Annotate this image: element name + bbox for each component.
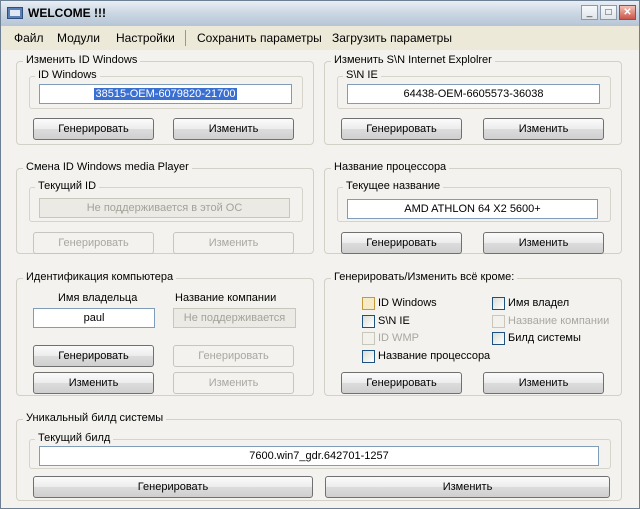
close-button[interactable]: ✕	[619, 5, 636, 20]
main-window: WELCOME !!! _ □ ✕ Файл Модули Настройки …	[0, 0, 640, 509]
menu-modules[interactable]: Модули	[57, 31, 100, 45]
menu-settings[interactable]: Настройки	[116, 31, 175, 45]
minimize-button[interactable]: _	[581, 5, 598, 20]
except-group: Генерировать/Изменить всё кроме: ID Wind…	[324, 271, 622, 396]
except-owner-checkbox[interactable]	[492, 297, 505, 310]
windows-id-group-title: Изменить ID Windows	[23, 54, 141, 66]
except-company-checkbox[interactable]	[492, 315, 505, 328]
except-owner-label: Имя владел	[508, 297, 570, 309]
except-build-label: Билд системы	[508, 332, 581, 344]
except-wmp-label: ID WMP	[378, 332, 419, 344]
build-group: Уникальный билд системы Текущий билд 760…	[16, 412, 622, 501]
except-ie-option[interactable]: S\N IE	[362, 315, 472, 329]
wmp-id-input[interactable]: Не поддерживается в этой ОС	[39, 198, 290, 218]
build-generate-button[interactable]: Генерировать	[33, 476, 313, 498]
except-company-option[interactable]: Название компании	[492, 315, 617, 329]
build-change-button[interactable]: Изменить	[325, 476, 610, 498]
except-owner-option[interactable]: Имя владел	[492, 297, 612, 311]
company-change-button[interactable]: Изменить	[173, 372, 294, 394]
ie-sn-generate-button[interactable]: Генерировать	[341, 118, 462, 140]
except-wmp-checkbox[interactable]	[362, 332, 375, 345]
window-title: WELCOME !!!	[28, 6, 106, 20]
menu-save-params[interactable]: Сохранить параметры	[197, 31, 322, 45]
wmp-id-group-title: Смена ID Windows media Player	[23, 161, 192, 173]
ie-sn-field-box: S\N IE 64438-OEM-6605573-36038	[337, 69, 611, 109]
company-name-input[interactable]: Не поддерживается	[173, 308, 296, 328]
computer-id-group-title: Идентификация компьютера	[23, 271, 177, 283]
ie-sn-group: Изменить S\N Internet Explolrer S\N IE 6…	[324, 54, 622, 145]
app-icon	[7, 7, 23, 19]
windows-id-group: Изменить ID Windows ID Windows 38515-OEM…	[16, 54, 314, 145]
cpu-field-label: Текущее название	[343, 180, 444, 192]
cpu-group: Название процессора Текущее название AMD…	[324, 161, 622, 254]
wmp-id-group: Смена ID Windows media Player Текущий ID…	[16, 161, 314, 254]
cpu-change-button[interactable]: Изменить	[483, 232, 604, 254]
title-bar[interactable]: WELCOME !!! _ □ ✕	[1, 1, 639, 26]
cpu-group-title: Название процессора	[331, 161, 450, 173]
except-group-title: Генерировать/Изменить всё кроме:	[331, 271, 518, 283]
menu-file[interactable]: Файл	[14, 31, 44, 45]
except-windows-id-option[interactable]: ID Windows	[362, 297, 472, 311]
build-input[interactable]: 7600.win7_gdr.642701-1257	[39, 446, 599, 466]
wmp-id-field-box: Текущий ID Не поддерживается в этой ОС	[29, 180, 303, 222]
build-group-title: Уникальный билд системы	[23, 412, 167, 424]
wmp-id-change-button[interactable]: Изменить	[173, 232, 294, 254]
company-generate-button[interactable]: Генерировать	[173, 345, 294, 367]
menu-load-params[interactable]: Загрузить параметры	[332, 31, 452, 45]
except-build-option[interactable]: Билд системы	[492, 332, 612, 346]
menu-bar: Файл Модули Настройки Сохранить параметр…	[1, 26, 639, 51]
except-cpu-label: Название процессора	[378, 350, 491, 362]
ie-sn-input[interactable]: 64438-OEM-6605573-36038	[347, 84, 600, 104]
wmp-id-generate-button[interactable]: Генерировать	[33, 232, 154, 254]
except-ie-label: S\N IE	[378, 315, 410, 327]
ie-sn-change-button[interactable]: Изменить	[483, 118, 604, 140]
build-field-label: Текущий билд	[35, 432, 114, 444]
windows-id-input[interactable]: 38515-OEM-6079820-21700	[39, 84, 292, 104]
windows-id-field-box: ID Windows 38515-OEM-6079820-21700	[29, 69, 303, 109]
menu-separator	[185, 30, 186, 46]
wmp-id-field-label: Текущий ID	[35, 180, 100, 192]
ie-sn-group-title: Изменить S\N Internet Explolrer	[331, 54, 495, 66]
computer-change-button[interactable]: Изменить	[33, 372, 154, 394]
except-build-checkbox[interactable]	[492, 332, 505, 345]
windows-id-value: 38515-OEM-6079820-21700	[94, 88, 237, 100]
except-change-button[interactable]: Изменить	[483, 372, 604, 394]
cpu-generate-button[interactable]: Генерировать	[341, 232, 462, 254]
computer-id-group: Идентификация компьютера Имя владельца Н…	[16, 271, 314, 396]
except-company-label: Название компании	[508, 315, 610, 327]
except-cpu-option[interactable]: Название процессора	[362, 350, 522, 364]
cpu-field-box: Текущее название AMD ATHLON 64 X2 5600+	[337, 180, 611, 222]
windows-id-field-label: ID Windows	[35, 69, 100, 81]
ie-sn-field-label: S\N IE	[343, 69, 381, 81]
computer-generate-button[interactable]: Генерировать	[33, 345, 154, 367]
content-area: Изменить ID Windows ID Windows 38515-OEM…	[1, 50, 639, 508]
except-wmp-option[interactable]: ID WMP	[362, 332, 472, 346]
company-name-label: Название компании	[175, 292, 277, 304]
except-windows-id-label: ID Windows	[378, 297, 437, 309]
except-ie-checkbox[interactable]	[362, 315, 375, 328]
owner-name-input[interactable]: paul	[33, 308, 155, 328]
windows-id-change-button[interactable]: Изменить	[173, 118, 294, 140]
cpu-input[interactable]: AMD ATHLON 64 X2 5600+	[347, 199, 598, 219]
except-cpu-checkbox[interactable]	[362, 350, 375, 363]
build-field-box: Текущий билд 7600.win7_gdr.642701-1257	[29, 432, 611, 469]
except-generate-button[interactable]: Генерировать	[341, 372, 462, 394]
maximize-button[interactable]: □	[600, 5, 617, 20]
windows-id-generate-button[interactable]: Генерировать	[33, 118, 154, 140]
owner-name-label: Имя владельца	[58, 292, 138, 304]
except-windows-id-checkbox[interactable]	[362, 297, 375, 310]
